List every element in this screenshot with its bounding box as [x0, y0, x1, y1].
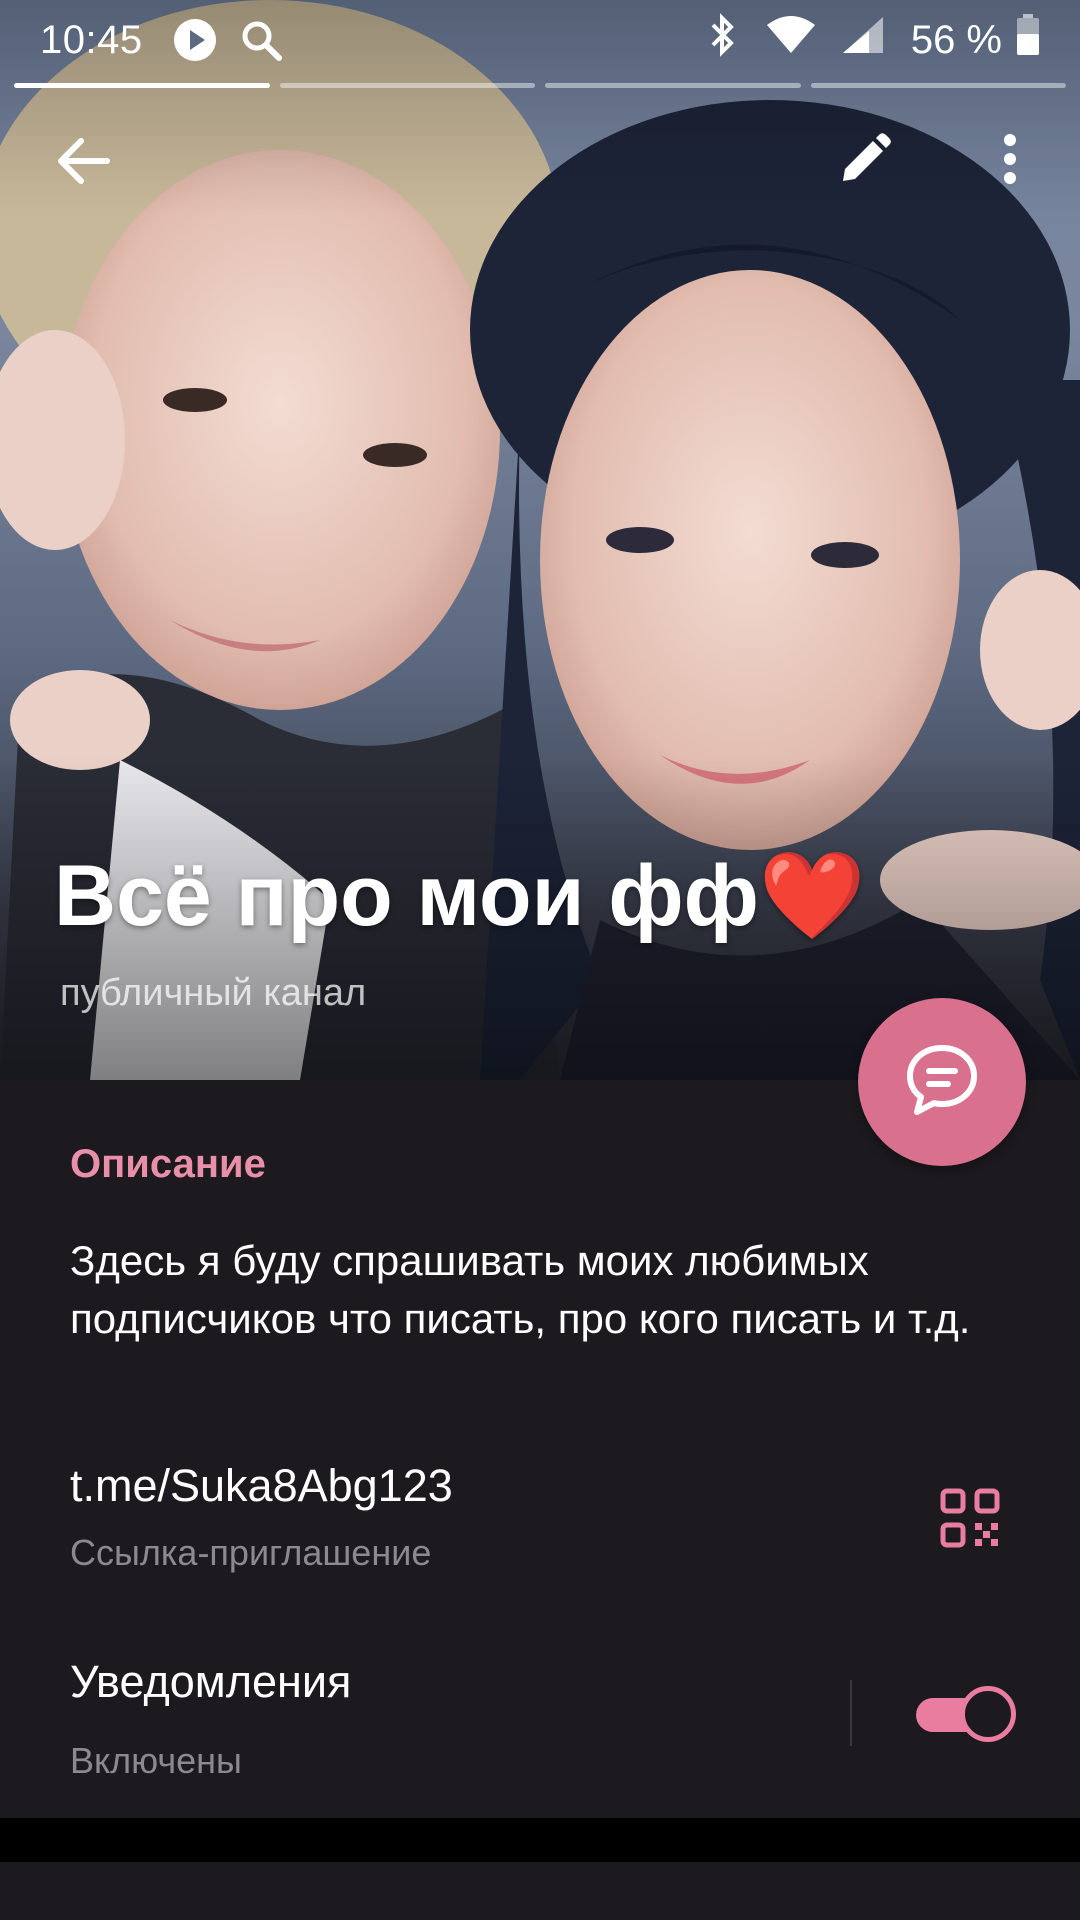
channel-description: Здесь я буду спрашивать моих любимых под… — [70, 1237, 971, 1342]
divider — [850, 1680, 852, 1746]
story-segment — [14, 83, 270, 88]
story-progress — [14, 83, 1066, 88]
chat-bubble-icon — [904, 1042, 980, 1123]
battery-text: 56 % — [910, 17, 1002, 62]
search-icon — [239, 18, 283, 62]
channel-subtitle: публичный канал — [60, 972, 367, 1014]
signal-icon — [841, 15, 885, 65]
qr-code-icon — [940, 1488, 1000, 1552]
edit-button[interactable] — [830, 126, 900, 196]
toggle-knob — [960, 1686, 1016, 1742]
invite-link[interactable]: t.me/Suka8Abg123 — [70, 1460, 453, 1512]
channel-title: Всё про мои фф❤️ — [54, 848, 866, 944]
qr-code-button[interactable] — [940, 1488, 1000, 1553]
notifications-toggle[interactable] — [914, 1686, 1016, 1742]
play-icon — [173, 18, 217, 62]
status-time: 10:45 — [40, 17, 143, 62]
back-button[interactable] — [48, 128, 118, 198]
battery-icon — [1016, 14, 1040, 66]
story-segment — [279, 83, 535, 88]
notifications-label[interactable]: Уведомления — [70, 1656, 351, 1708]
wifi-icon — [766, 15, 815, 65]
status-bar: 10:45 56 % — [0, 0, 1080, 80]
bluetooth-icon — [705, 13, 741, 67]
bottom-area — [0, 1862, 1080, 1920]
story-segment — [810, 83, 1066, 88]
back-arrow-icon — [55, 137, 111, 190]
description-heading: Описание — [70, 1142, 266, 1186]
notifications-status: Включены — [70, 1740, 242, 1781]
more-options-button[interactable] — [985, 126, 1035, 196]
story-segment — [545, 83, 801, 88]
bottom-divider — [0, 1818, 1080, 1862]
invite-link-label: Ссылка-приглашение — [70, 1532, 432, 1573]
edit-pencil-icon — [839, 132, 891, 190]
open-chat-button[interactable] — [858, 998, 1026, 1166]
more-vert-icon — [1003, 133, 1017, 189]
channel-header-photo: 10:45 56 % Всё про мои фф❤️ публичный ка… — [0, 0, 1080, 1080]
